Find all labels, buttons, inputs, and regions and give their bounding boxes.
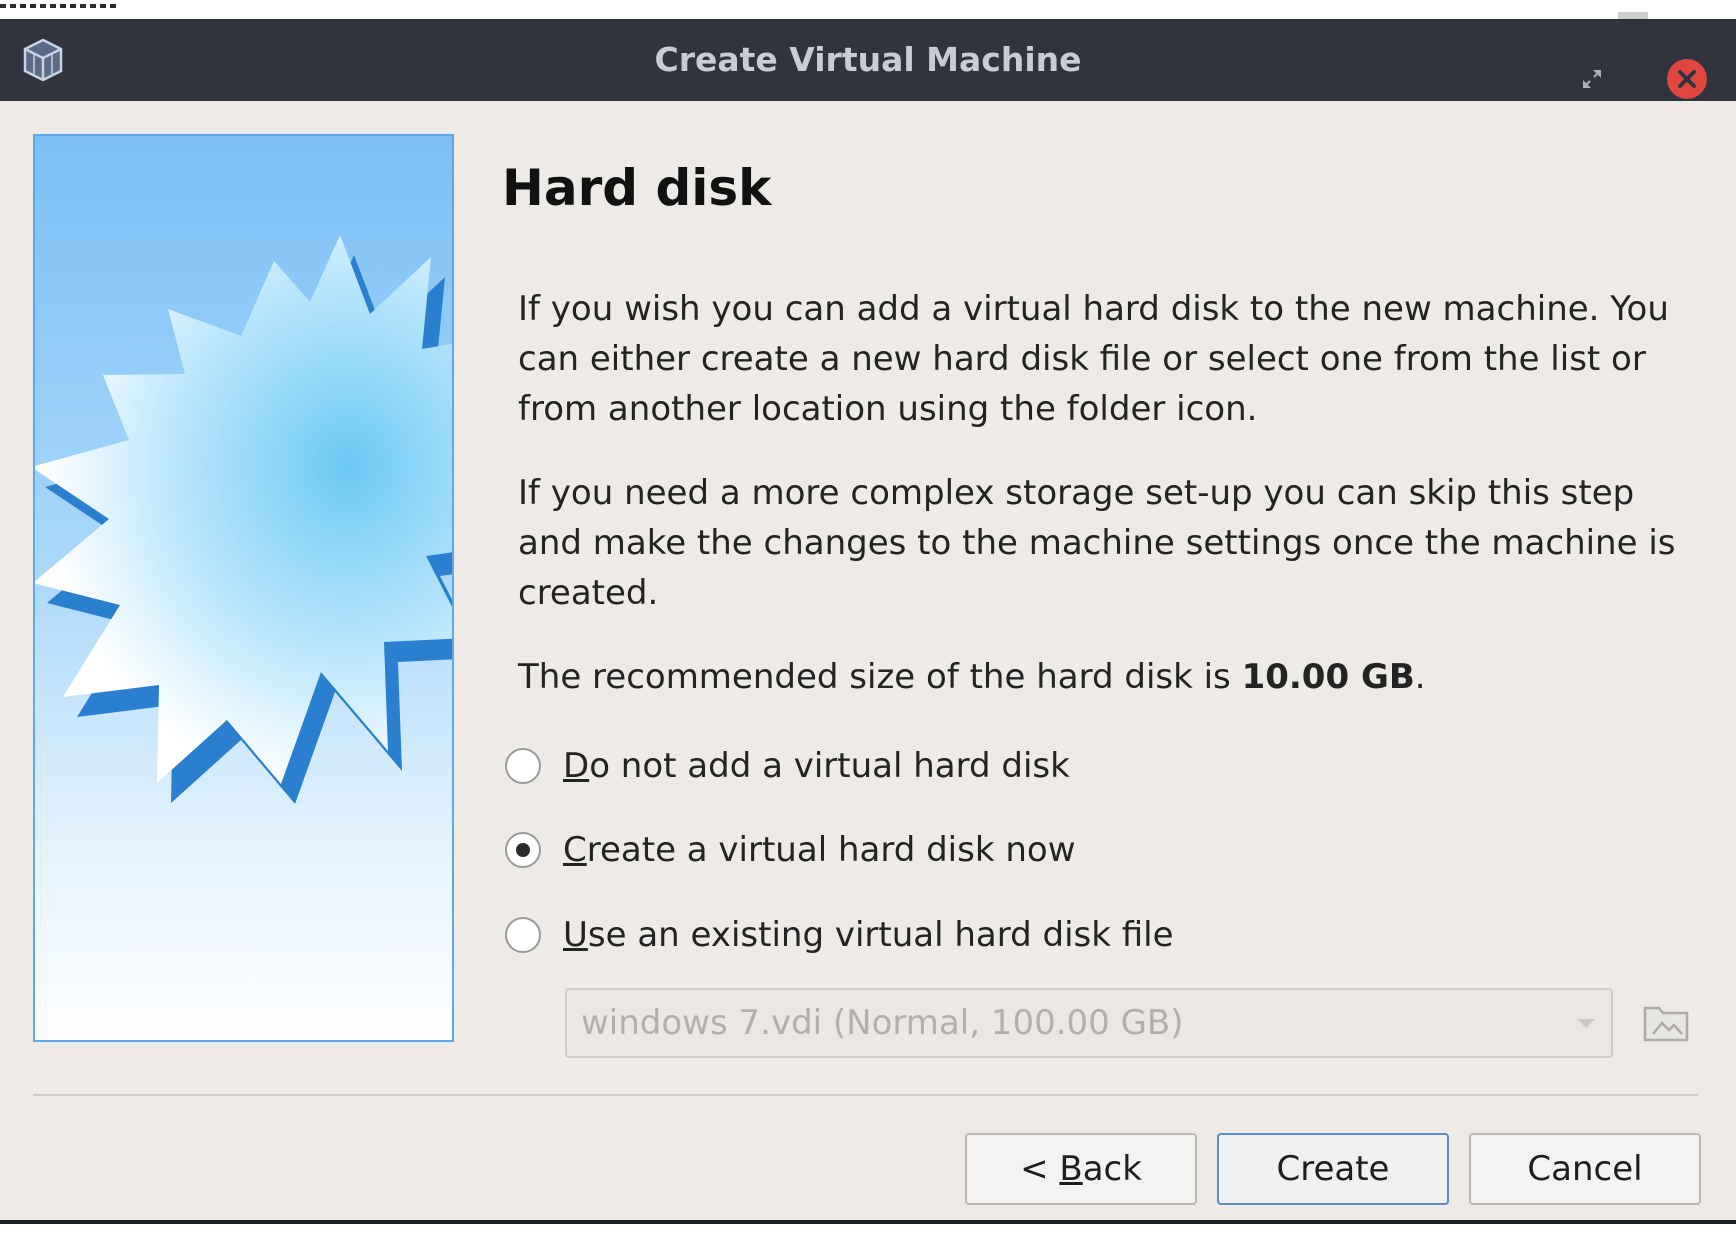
background-fragment (0, 4, 116, 8)
radio-button[interactable] (505, 832, 541, 868)
label-text: se an existing virtual hard disk file (587, 915, 1174, 955)
restore-icon[interactable] (1580, 67, 1604, 91)
window-title: Create Virtual Machine (654, 40, 1082, 79)
title-bar[interactable]: Create Virtual Machine (0, 19, 1736, 101)
radio-label: Do not add a virtual hard disk (563, 746, 1070, 786)
back-button[interactable]: < Back (965, 1133, 1197, 1205)
button-divider (33, 1094, 1698, 1096)
mnemonic: D (563, 746, 590, 786)
recommended-size-suffix: . (1414, 657, 1426, 697)
recommended-size-prefix: The recommended size of the hard disk is (518, 657, 1242, 697)
radio-label: Use an existing virtual hard disk file (563, 915, 1174, 955)
mnemonic: U (563, 915, 588, 955)
wizard-side-image (33, 134, 454, 1042)
storage-paragraph: If you need a more complex storage set-u… (518, 473, 1676, 613)
close-button[interactable] (1667, 59, 1707, 99)
radio-button[interactable] (505, 917, 541, 953)
cancel-button[interactable]: Cancel (1469, 1133, 1701, 1205)
label-text: reate a virtual hard disk now (586, 830, 1076, 870)
recommended-size-text: The recommended size of the hard disk is… (518, 652, 1698, 702)
page-heading: Hard disk (502, 159, 772, 217)
radio-create-disk[interactable]: Create a virtual hard disk now (505, 825, 1076, 875)
radio-button[interactable] (505, 748, 541, 784)
back-label: ack (1082, 1149, 1142, 1189)
mnemonic: C (563, 830, 587, 870)
folder-icon[interactable] (1640, 996, 1692, 1048)
create-button[interactable]: Create (1217, 1133, 1449, 1205)
radio-existing-disk[interactable]: Use an existing virtual hard disk file (505, 910, 1174, 960)
create-vm-dialog: Create Virtual Machine Hard disk If you … (0, 19, 1736, 1224)
chevron-down-icon (1577, 1019, 1595, 1028)
existing-disk-value: windows 7.vdi (Normal, 100.00 GB) (581, 1003, 1184, 1043)
background-strip (0, 0, 1736, 20)
existing-disk-select[interactable]: windows 7.vdi (Normal, 100.00 GB) (565, 988, 1613, 1058)
back-prefix: < (1020, 1149, 1060, 1189)
label-text: o not add a virtual hard disk (589, 746, 1070, 786)
intro-paragraph: If you wish you can add a virtual hard d… (518, 289, 1669, 429)
radio-no-disk[interactable]: Do not add a virtual hard disk (505, 741, 1070, 791)
close-icon (1678, 70, 1696, 88)
mnemonic: B (1059, 1149, 1083, 1189)
recommended-size-value: 10.00 GB (1241, 657, 1415, 697)
radio-label: Create a virtual hard disk now (563, 830, 1076, 870)
